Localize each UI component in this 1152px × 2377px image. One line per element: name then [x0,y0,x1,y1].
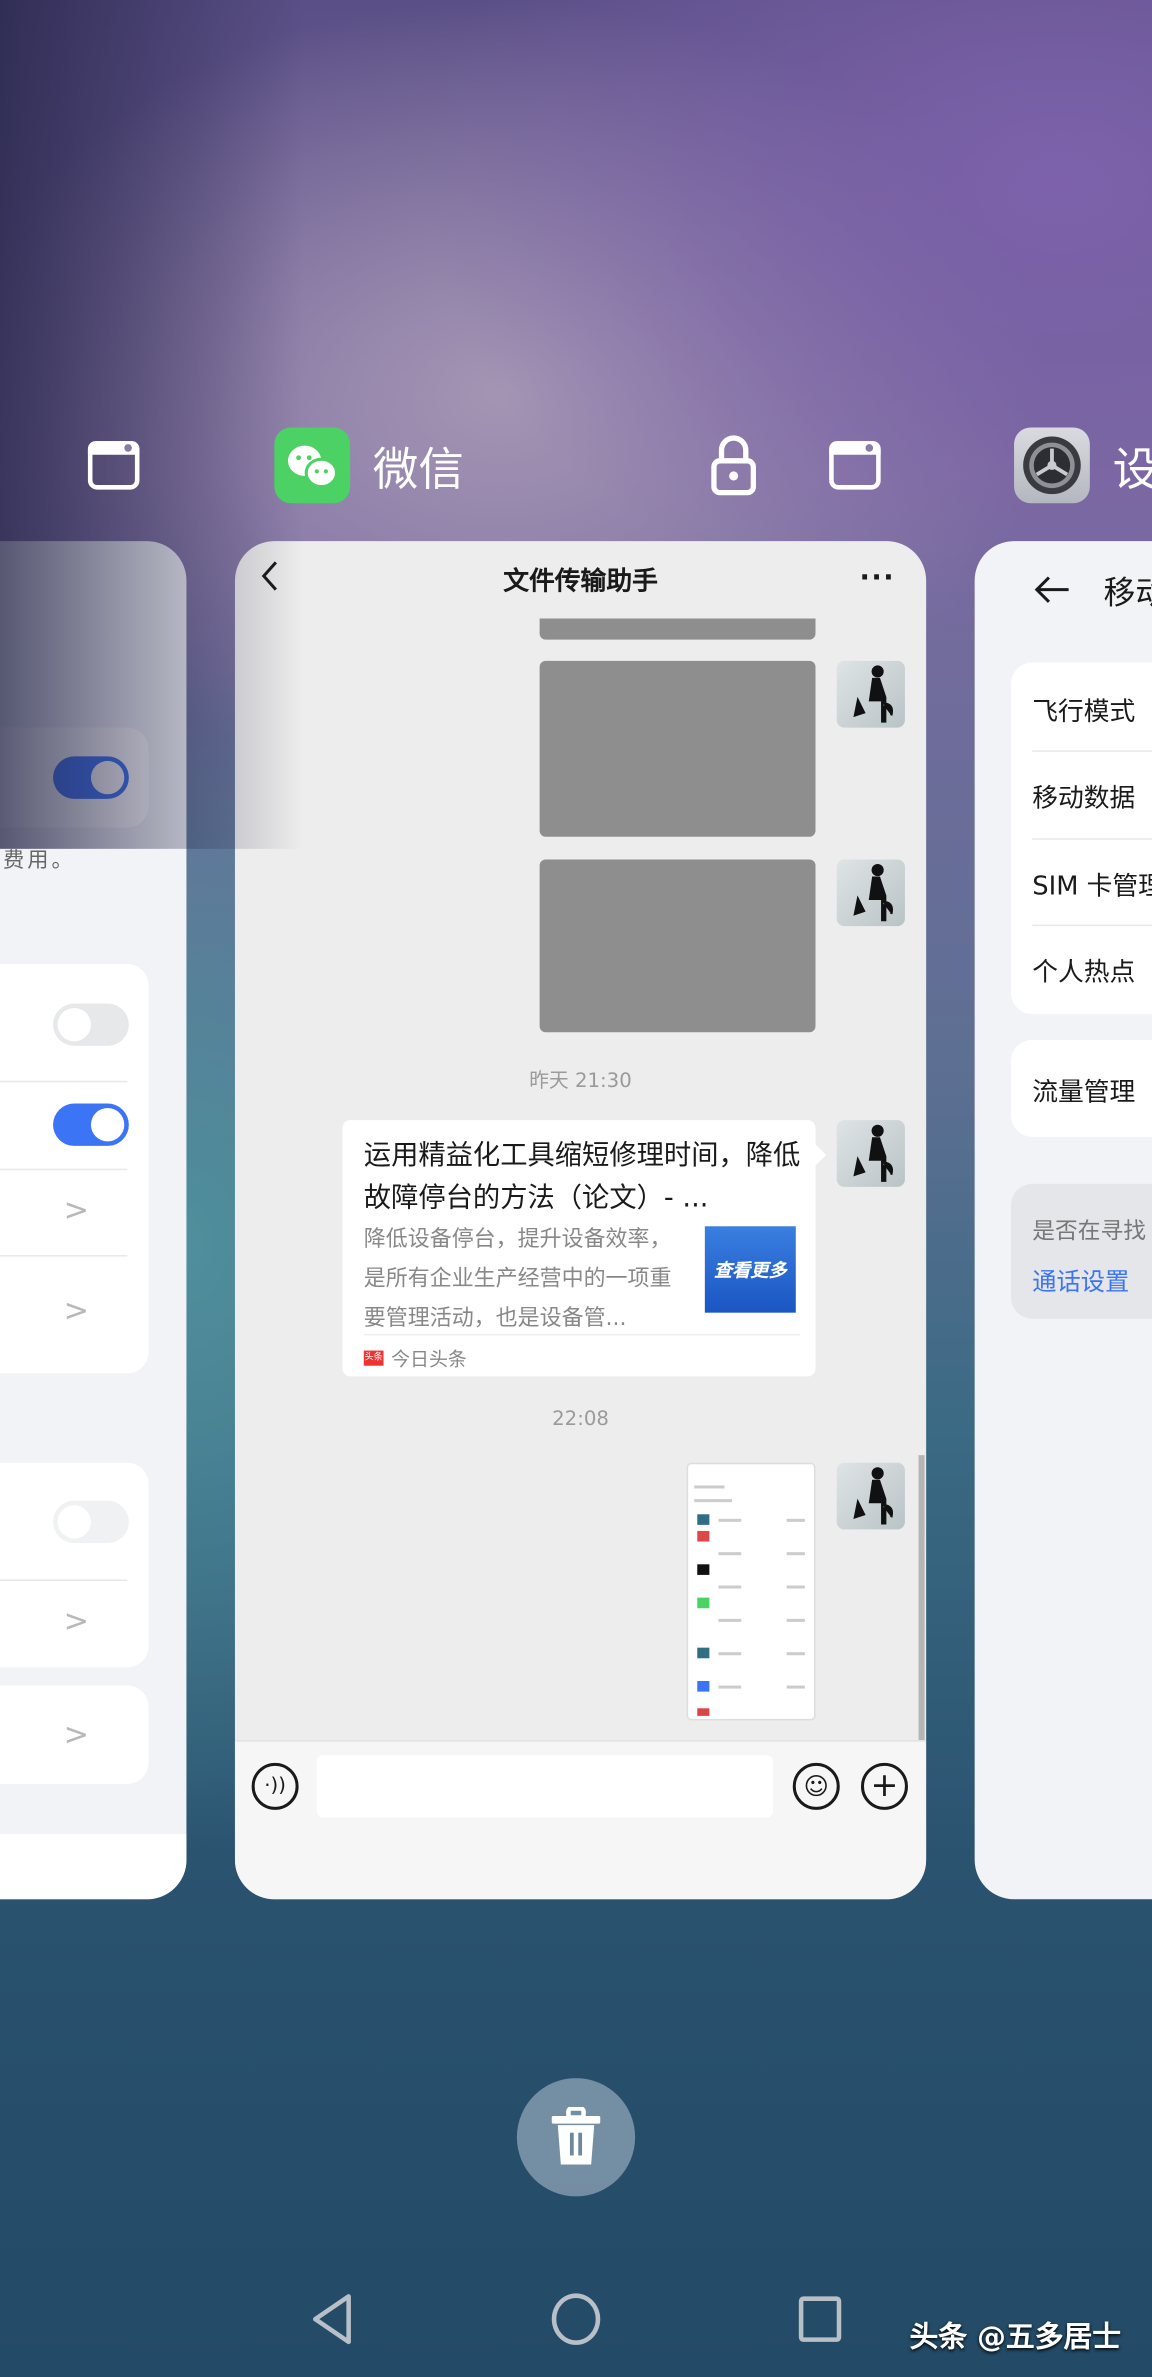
voice-input-icon[interactable]: ·)) [251,1762,299,1810]
hint-text: 是否在寻找 [1032,1217,1146,1245]
row-sim-management[interactable]: SIM 卡管理 [1032,864,1152,902]
message-input[interactable] [316,1755,774,1818]
link-thumbnail: 查看更多 [704,1226,796,1313]
settings-group: 飞行模式 移动数据 SIM 卡管理 个人热点 [1011,662,1152,1015]
divider [1032,750,1152,752]
toggle-switch-on[interactable] [53,1103,129,1146]
settings-group: > [0,1685,149,1785]
timestamp: 昨天 21:30 [529,1070,632,1093]
chevron-right-icon[interactable]: > [64,1291,89,1327]
app-label-settings: 设 [1113,432,1152,499]
back-arrow-icon[interactable] [1032,574,1071,610]
divider [363,1333,801,1336]
row-airplane-mode[interactable]: 飞行模式 [1032,690,1135,727]
nav-recents-icon[interactable] [798,2296,842,2342]
avatar[interactable] [836,1120,905,1187]
note-text: 费用。 [3,848,76,874]
app-card-left[interactable]: 费用。 > > > > [0,541,187,1900]
avatar[interactable] [836,859,905,927]
settings-group: > [0,1462,149,1668]
nav-home-icon[interactable] [551,2293,601,2345]
plus-icon[interactable]: + [860,1762,908,1810]
divider [1032,838,1152,840]
lock-icon[interactable] [709,435,758,502]
settings-gear-icon[interactable] [1014,427,1090,504]
app-card-wechat[interactable]: 文件传输助手 ··· 昨天 21:30 运用精益化工具缩短修理时间，降低故障停台… [234,541,927,1900]
link-title: 运用精益化工具缩短修理时间，降低故障停台的方法（论文）- ... [363,1139,801,1215]
toggle-switch-off[interactable] [53,1003,129,1046]
image-message[interactable] [539,618,816,640]
clear-all-button[interactable] [516,2078,636,2197]
image-message[interactable] [539,660,816,837]
more-icon[interactable]: ··· [859,562,895,594]
source-label: 今日头条 [391,1347,467,1371]
chevron-right-icon[interactable]: > [64,1602,89,1638]
watermark: 头条 @五多居士 [909,2320,1122,2355]
image-message[interactable] [539,859,816,1033]
toutiao-logo-icon: 头条 [363,1349,384,1365]
link-card[interactable]: 运用精益化工具缩短修理时间，降低故障停台的方法（论文）- ... 降低设备停台，… [342,1120,827,1377]
divider [1032,924,1152,927]
page-title: 移动 [1103,574,1152,611]
screenshot-image-message[interactable] [686,1462,816,1721]
toggle-switch-off[interactable] [53,1500,129,1544]
scrollbar[interactable] [918,1455,925,1741]
settings-group: > > [0,964,149,1374]
timestamp: 22:08 [552,1408,609,1431]
link-description: 降低设备停台，提升设备效率，是所有企业生产经营中的一项重要管理活动，也是设备管.… [363,1227,672,1331]
emoji-icon[interactable]: ☺ [792,1762,840,1810]
app-label-wechat: 微信 [372,444,464,498]
chat-input-bar: ·)) ☺ + [234,1740,927,1900]
chevron-right-icon[interactable]: > [64,1716,89,1752]
settings-group: 流量管理 [1011,1039,1152,1137]
avatar[interactable] [836,660,905,728]
chevron-right-icon[interactable]: > [64,1191,89,1227]
window-icon[interactable] [829,441,881,490]
avatar[interactable] [836,1462,905,1530]
row-traffic-management[interactable]: 流量管理 [1032,1070,1135,1108]
divider [0,1579,128,1581]
row-mobile-data[interactable]: 移动数据 [1032,776,1135,814]
chat-title: 文件传输助手 [503,566,658,598]
divider [0,1080,128,1083]
divider [0,1168,128,1171]
hint-box: 是否在寻找 通话设置 [1011,1183,1152,1319]
settings-group [0,727,149,828]
nav-back-icon[interactable] [309,2292,354,2353]
call-settings-link[interactable]: 通话设置 [1032,1261,1129,1297]
window-icon[interactable] [87,441,140,490]
toggle-switch-on[interactable] [53,756,129,799]
trash-icon [551,2106,601,2165]
divider [0,1255,128,1257]
app-card-settings[interactable]: 移动 飞行模式 移动数据 SIM 卡管理 个人热点 流量管理 是否在寻找 通话设… [974,541,1152,1900]
bottom-bar [0,1834,187,1900]
row-hotspot[interactable]: 个人热点 [1032,950,1135,988]
link-source: 头条 今日头条 [363,1343,467,1372]
wechat-icon[interactable] [274,427,351,504]
recent-apps-screen: 微信 设 费用。 > > > > [0,0,1152,2377]
